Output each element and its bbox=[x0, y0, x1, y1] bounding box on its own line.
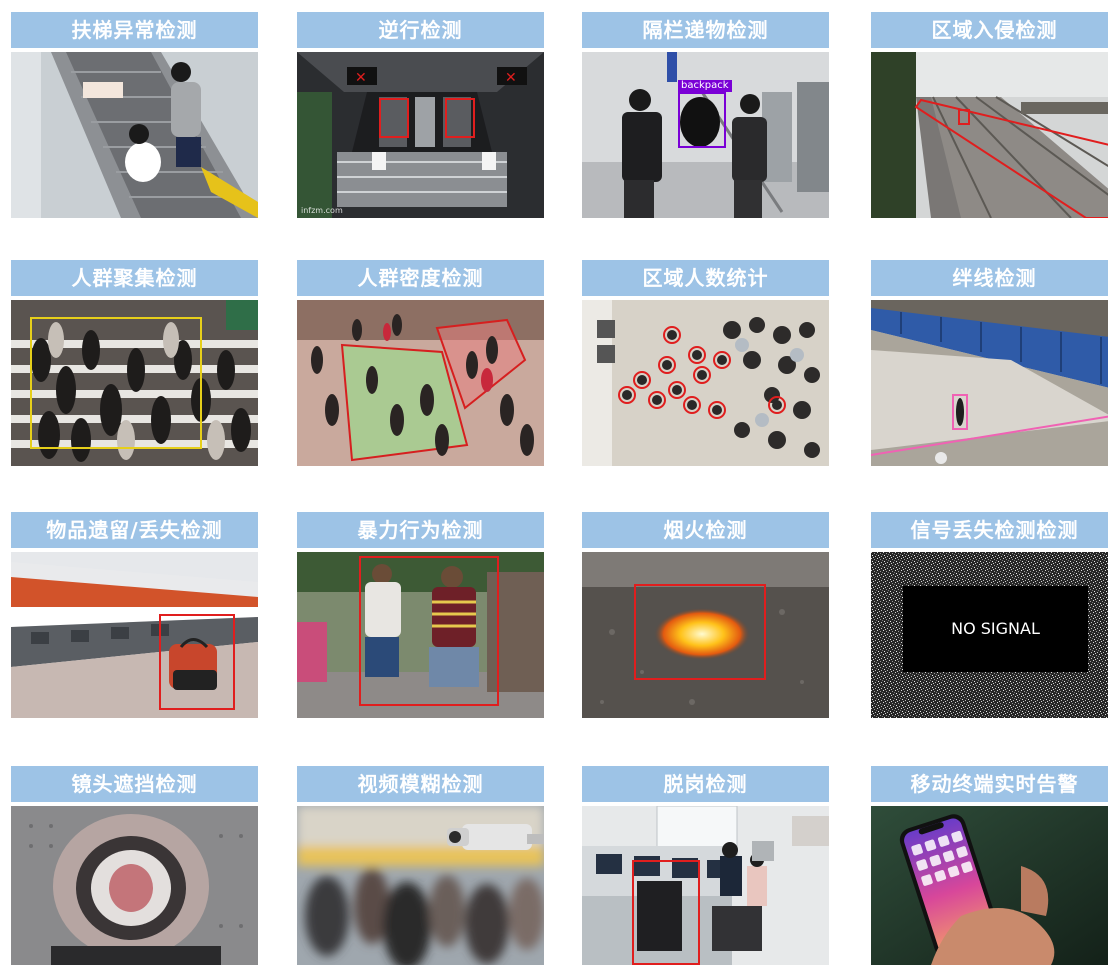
tile-tripwire: 绊线检测 bbox=[871, 260, 1108, 466]
tile-mobile-alert: 移动终端实时告警 bbox=[871, 766, 1108, 965]
detection-box bbox=[678, 92, 726, 148]
tile-label: 区域入侵检测 bbox=[871, 12, 1108, 48]
tile-label: 隔栏递物检测 bbox=[582, 12, 829, 48]
tile-label: 区域人数统计 bbox=[582, 260, 829, 296]
tile-label: 绊线检测 bbox=[871, 260, 1108, 296]
tile-label: 脱岗检测 bbox=[582, 766, 829, 802]
detection-box bbox=[445, 98, 475, 138]
tile-violence: 暴力行为检测 bbox=[297, 512, 544, 718]
tile-pass-over-fence: 隔栏递物检测 backpack bbox=[582, 12, 829, 218]
tile-fire: 烟火检测 bbox=[582, 512, 829, 718]
detection-box bbox=[379, 98, 409, 138]
tile-label: 移动终端实时告警 bbox=[871, 766, 1108, 802]
detection-box bbox=[359, 556, 499, 706]
fire-photo bbox=[582, 552, 829, 718]
tile-label: 信号丢失检测检测 bbox=[871, 512, 1108, 548]
subway-gate-photo: ✕ ✕ infzm.com bbox=[297, 52, 544, 218]
detection-box bbox=[634, 584, 766, 680]
tile-lens-occlusion: 镜头遮挡检测 bbox=[11, 766, 258, 965]
tile-label: 物品遗留/丢失检测 bbox=[11, 512, 258, 548]
tile-video-blur: 视频模糊检测 bbox=[297, 766, 544, 965]
tile-label: 视频模糊检测 bbox=[297, 766, 544, 802]
tile-label: 烟火检测 bbox=[582, 512, 829, 548]
tripwire-yard-photo bbox=[871, 300, 1108, 466]
detection-box bbox=[632, 860, 700, 965]
detection-feature-grid: 扶梯异常检测 逆行检测 ✕ ✕ infzm.com 隔栏递物检测 backpac… bbox=[0, 0, 1108, 969]
tile-area-intrusion: 区域入侵检测 bbox=[871, 12, 1108, 218]
left-luggage-photo bbox=[11, 552, 258, 718]
tile-crowd-density: 人群密度检测 bbox=[297, 260, 544, 466]
railway-track-photo bbox=[871, 52, 1108, 218]
blurred-video-photo bbox=[297, 806, 544, 965]
svg-text:✕: ✕ bbox=[355, 70, 367, 86]
tile-crowd-gathering: 人群聚集检测 bbox=[11, 260, 258, 466]
tile-escalator: 扶梯异常检测 bbox=[11, 12, 258, 218]
crowd-crosswalk-photo bbox=[11, 300, 258, 466]
tile-area-people-count: 区域人数统计 bbox=[582, 260, 829, 466]
tile-label: 暴力行为检测 bbox=[297, 512, 544, 548]
empty-desk-photo bbox=[582, 806, 829, 965]
escalator-photo bbox=[11, 52, 258, 218]
tile-off-post: 脱岗检测 bbox=[582, 766, 829, 965]
backpack-handover-photo: backpack bbox=[582, 52, 829, 218]
no-signal-text: NO SIGNAL bbox=[903, 586, 1088, 672]
detection-box bbox=[159, 614, 235, 710]
overhead-crowd-photo bbox=[582, 300, 829, 466]
detection-tag: backpack bbox=[678, 80, 732, 92]
photo-watermark: infzm.com bbox=[301, 206, 343, 215]
fight-photo bbox=[297, 552, 544, 718]
crowd-station-photo bbox=[297, 300, 544, 466]
covered-camera-photo bbox=[11, 806, 258, 965]
tile-label: 人群聚集检测 bbox=[11, 260, 258, 296]
no-signal-screen: NO SIGNAL bbox=[871, 552, 1108, 718]
tile-label: 扶梯异常检测 bbox=[11, 12, 258, 48]
svg-text:✕: ✕ bbox=[505, 70, 517, 86]
tile-label: 逆行检测 bbox=[297, 12, 544, 48]
tile-reverse-walk: 逆行检测 ✕ ✕ infzm.com bbox=[297, 12, 544, 218]
tile-label: 镜头遮挡检测 bbox=[11, 766, 258, 802]
tile-left-luggage: 物品遗留/丢失检测 bbox=[11, 512, 258, 718]
tile-signal-loss: 信号丢失检测检测 NO SIGNAL bbox=[871, 512, 1108, 718]
smartphone-photo bbox=[871, 806, 1108, 965]
tile-label: 人群密度检测 bbox=[297, 260, 544, 296]
